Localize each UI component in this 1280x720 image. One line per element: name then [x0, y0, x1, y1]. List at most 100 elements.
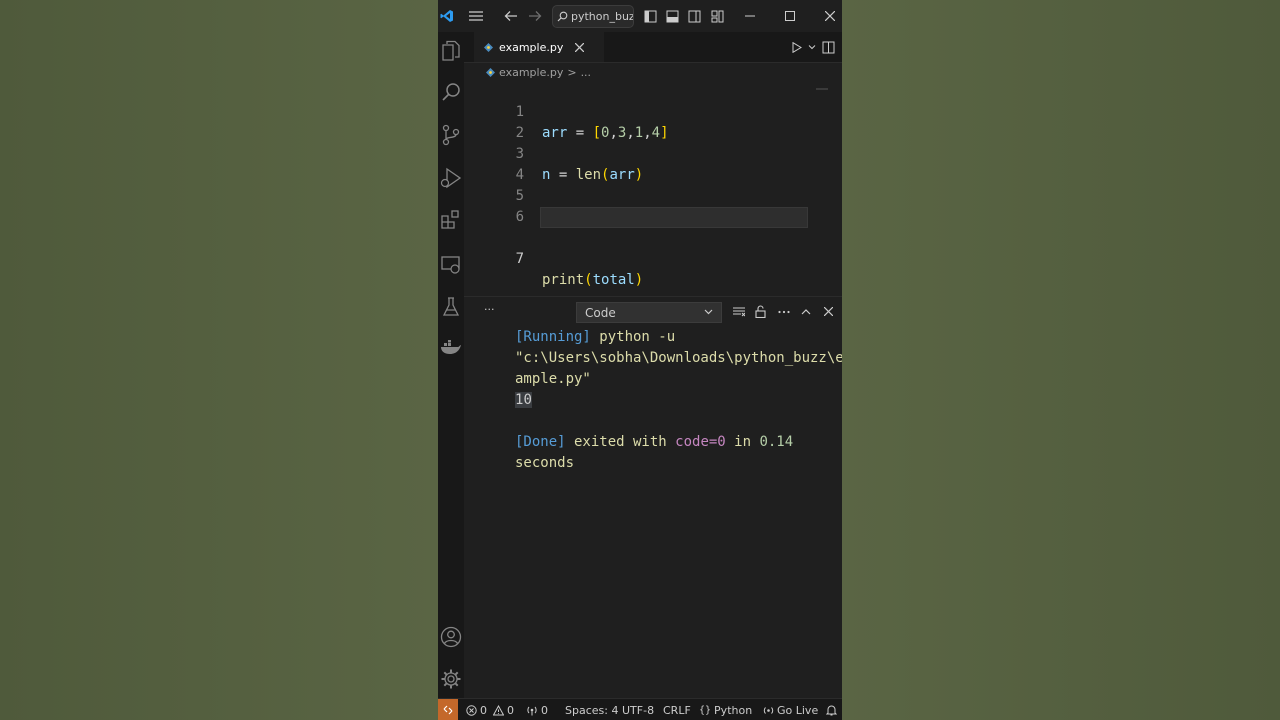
breadcrumb-more[interactable]: ...: [581, 66, 592, 79]
testing-flask-icon[interactable]: [438, 296, 464, 318]
broadcast-icon: [526, 705, 538, 716]
tab-label: example.py: [499, 40, 564, 54]
split-editor-icon[interactable]: [822, 32, 835, 62]
menu-icon[interactable]: [466, 0, 486, 32]
go-live-button[interactable]: Go Live: [763, 699, 818, 720]
back-arrow-icon[interactable]: [502, 0, 520, 32]
vscode-logo-icon: [438, 0, 456, 32]
broadcast-icon: [763, 705, 774, 716]
warning-icon: [493, 704, 504, 716]
close-tab-icon[interactable]: [575, 42, 585, 52]
code-line: 6: [464, 186, 842, 225]
settings-gear-icon[interactable]: [438, 668, 464, 690]
warning-count: 0: [507, 703, 514, 717]
language-label: Python: [714, 703, 753, 717]
breadcrumb: example.py > ...: [486, 63, 591, 81]
toggle-secondary-sidebar-icon[interactable]: [686, 0, 702, 32]
notifications-bell-icon[interactable]: [826, 699, 837, 720]
result-rest: 0: [523, 392, 532, 408]
breadcrumb-separator: >: [567, 65, 577, 79]
problems-status[interactable]: 0 0: [466, 699, 514, 720]
output-channel-value: Code: [585, 305, 616, 320]
code-text: print(total): [542, 272, 644, 288]
extensions-icon[interactable]: [438, 208, 464, 230]
code-line: 1 arr = [0,3,1,4]: [464, 81, 842, 141]
close-panel-icon[interactable]: [824, 307, 833, 316]
code-editor[interactable]: 1 arr = [0,3,1,4] 2 3 n = len(arr) 4 5 t…: [464, 81, 842, 295]
code-line: 3 n = len(arr): [464, 123, 842, 183]
docker-icon[interactable]: [438, 340, 464, 356]
minimize-icon[interactable]: [738, 0, 762, 32]
done-tag: [Done]: [515, 434, 566, 450]
output-path-line-2: ample.py": [515, 371, 591, 387]
go-live-label: Go Live: [777, 703, 819, 717]
panel-more-views[interactable]: ···: [484, 303, 495, 316]
run-command: python -u: [590, 329, 676, 345]
output-panel: ··· Code [Running] python -u "c:\Users\s…: [464, 296, 842, 699]
output-path-line-1: "c:\Users\sobha\Downloads\python_buzz\ex: [515, 350, 842, 366]
editor-tabs: example.py: [464, 32, 842, 63]
output-line-done: [Done] exited with code=0 in 0.14: [515, 432, 793, 453]
forward-arrow-icon[interactable]: [526, 0, 544, 32]
minimap[interactable]: [816, 88, 828, 90]
clear-output-icon[interactable]: [733, 307, 745, 317]
exit-code: code=0: [675, 434, 726, 450]
remote-explorer-icon[interactable]: [438, 254, 464, 276]
ports-count: 0: [541, 703, 548, 717]
code-line: 5 total = n * (n+1)//2: [464, 165, 842, 225]
language-status[interactable]: {} Python: [699, 699, 752, 720]
panel-more-actions-icon[interactable]: [778, 310, 790, 314]
breadcrumb-file[interactable]: example.py: [499, 66, 563, 79]
in-text: in: [725, 434, 760, 450]
customize-layout-icon[interactable]: [709, 0, 725, 32]
error-count: 0: [480, 703, 487, 717]
lock-scroll-icon[interactable]: [755, 305, 766, 318]
search-text: python_buzz: [571, 10, 634, 23]
tab-example-py[interactable]: example.py: [474, 32, 604, 62]
panel-header: ··· Code: [464, 297, 842, 327]
running-tag: [Running]: [515, 329, 591, 345]
run-and-debug-icon[interactable]: [438, 166, 464, 190]
close-window-icon[interactable]: [818, 0, 842, 32]
remote-icon: [443, 705, 453, 715]
toggle-primary-sidebar-icon[interactable]: [642, 0, 658, 32]
current-line-highlight: [540, 207, 808, 228]
activity-bar: [438, 32, 464, 698]
braces-icon: {}: [699, 704, 712, 716]
line-number: 7: [515, 251, 524, 267]
explorer-icon[interactable]: [438, 40, 464, 62]
background-left: [0, 0, 438, 720]
command-center-search[interactable]: python_buzz: [552, 5, 634, 28]
output-channel-select[interactable]: Code: [576, 302, 722, 323]
output-seconds: seconds: [515, 455, 575, 471]
elapsed-time: 0.14: [759, 434, 794, 450]
error-icon: [466, 704, 477, 716]
vscode-window: python_buzz example.py example.py > ... …: [438, 0, 842, 720]
ports-status[interactable]: 0: [526, 699, 548, 720]
title-bar: python_buzz: [438, 0, 842, 32]
search-icon: [557, 11, 568, 22]
run-python-file-icon[interactable]: [792, 32, 802, 62]
encoding-status[interactable]: UTF-8: [622, 699, 654, 720]
source-control-icon[interactable]: [438, 124, 464, 146]
maximize-icon[interactable]: [778, 0, 802, 32]
search-view-icon[interactable]: [438, 82, 464, 102]
accounts-icon[interactable]: [438, 626, 464, 648]
python-file-icon: [486, 67, 495, 77]
chevron-down-icon: [704, 309, 713, 315]
toggle-panel-icon[interactable]: [664, 0, 680, 32]
background-right: [842, 0, 1280, 720]
python-file-icon: [484, 42, 493, 52]
code-line-active: 7 print(total): [464, 207, 842, 288]
code-line: 4: [464, 144, 842, 183]
eol-status[interactable]: CRLF: [663, 699, 691, 720]
maximize-panel-chevron-up-icon[interactable]: [801, 308, 811, 315]
code-line: 2: [464, 102, 842, 141]
indentation-status[interactable]: Spaces: 4: [565, 699, 618, 720]
output-line-running: [Running] python -u: [515, 327, 675, 348]
remote-indicator[interactable]: [438, 699, 458, 720]
status-bar: 0 0 0 Spaces: 4 UTF-8 CRLF {} Python Go …: [438, 698, 842, 720]
run-dropdown-chevron-icon[interactable]: [808, 32, 816, 62]
output-result: 10: [515, 390, 532, 411]
exited-text: exited with: [565, 434, 676, 450]
